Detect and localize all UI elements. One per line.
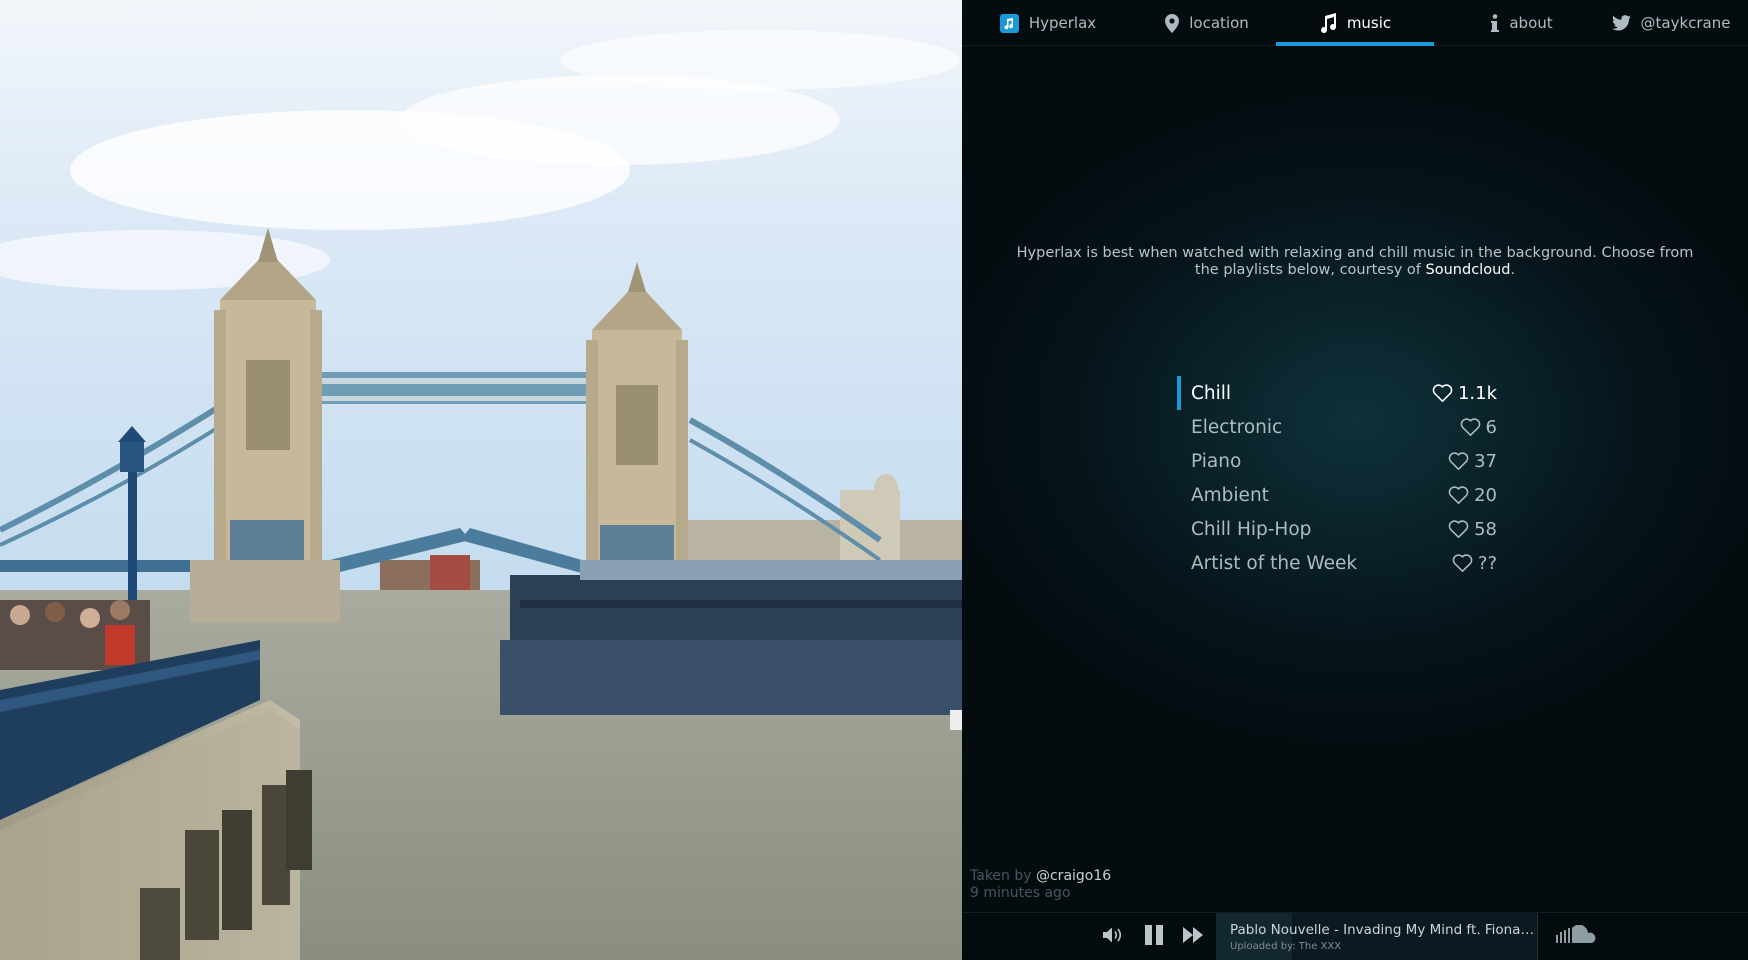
- playlist-item-ambient[interactable]: Ambient 20: [1177, 478, 1497, 512]
- track-title: Pablo Nouvelle - Invading My Mind ft. Fi…: [1230, 922, 1535, 938]
- likes-count: 37: [1474, 450, 1497, 472]
- now-playing[interactable]: Pablo Nouvelle - Invading My Mind ft. Fi…: [1216, 913, 1538, 960]
- playlist-likes: 37: [1448, 451, 1497, 472]
- tab-music[interactable]: music: [1276, 0, 1434, 46]
- likes-count: 58: [1474, 518, 1497, 540]
- playlist-item-electronic[interactable]: Electronic 6: [1177, 410, 1497, 444]
- heart-icon: [1448, 452, 1469, 470]
- playlist-list: Chill 1.1k Electronic 6 Piano 37 Ambient: [1177, 376, 1497, 580]
- credit-prefix: Taken by: [970, 868, 1036, 884]
- pause-button[interactable]: [1138, 913, 1170, 960]
- nav-label-hyperlax: Hyperlax: [1028, 14, 1097, 32]
- likes-count: ??: [1477, 552, 1497, 574]
- playlist-name: Chill Hip-Hop: [1191, 518, 1312, 540]
- nav-label-about: about: [1509, 14, 1553, 32]
- twitter-icon: [1611, 15, 1631, 31]
- playlist-item-chill[interactable]: Chill 1.1k: [1177, 376, 1497, 410]
- nav-item-about[interactable]: about: [1467, 0, 1577, 46]
- playlist-name: Artist of the Week: [1191, 552, 1358, 574]
- playlist-name: Electronic: [1191, 416, 1283, 438]
- next-button[interactable]: [1176, 913, 1210, 960]
- playlist-likes: 58: [1448, 519, 1497, 540]
- likes-count: 6: [1485, 416, 1497, 438]
- playlist-likes: ??: [1452, 553, 1497, 574]
- intro-body: Hyperlax is best when watched with relax…: [1016, 245, 1694, 278]
- video-credit: Taken by @craigo16 9 minutes ago: [970, 868, 1111, 902]
- soundcloud-button[interactable]: [1552, 913, 1602, 960]
- nav-label-music: music: [1346, 14, 1392, 32]
- intro-text: Hyperlax is best when watched with relax…: [1012, 245, 1698, 279]
- heart-icon: [1460, 418, 1481, 436]
- music-panel: Hyperlax location music about @taykcrane: [962, 0, 1748, 960]
- heart-icon: [1448, 520, 1469, 538]
- video-frame: [0, 0, 962, 960]
- playlist-likes: 20: [1448, 485, 1497, 506]
- heart-icon: [1452, 554, 1473, 572]
- playlist-item-artist-of-the-week[interactable]: Artist of the Week ??: [1177, 546, 1497, 580]
- credit-user-link[interactable]: @craigo16: [1036, 868, 1111, 884]
- track-uploader: Uploaded by: The XXX: [1230, 941, 1342, 952]
- pause-icon: [1145, 925, 1163, 949]
- heart-icon: [1432, 384, 1453, 402]
- playlist-name: Chill: [1191, 382, 1232, 404]
- map-pin-icon: [1165, 13, 1180, 33]
- playlist-name: Ambient: [1191, 484, 1269, 506]
- nav-item-hyperlax[interactable]: Hyperlax: [992, 0, 1104, 46]
- soundcloud-link[interactable]: Soundcloud: [1426, 262, 1511, 278]
- likes-count: 1.1k: [1457, 382, 1497, 404]
- playlist-item-piano[interactable]: Piano 37: [1177, 444, 1497, 478]
- credit-time: 9 minutes ago: [970, 885, 1071, 901]
- top-nav: Hyperlax location music about @taykcrane: [962, 0, 1748, 46]
- app-logo-icon: [999, 13, 1019, 33]
- playlist-likes: 6: [1460, 417, 1497, 438]
- nav-item-location[interactable]: location: [1147, 0, 1267, 46]
- nav-label-twitter: @taykcrane: [1640, 14, 1731, 32]
- playlist-name: Piano: [1191, 450, 1242, 472]
- player-bar: Pablo Nouvelle - Invading My Mind ft. Fi…: [962, 912, 1748, 960]
- tower-bridge-image: [0, 0, 962, 960]
- volume-button[interactable]: [1098, 913, 1130, 960]
- music-note-icon: [1319, 13, 1337, 33]
- playlist-likes: 1.1k: [1432, 383, 1497, 404]
- nav-label-location: location: [1189, 14, 1249, 32]
- soundcloud-icon: [1556, 924, 1598, 949]
- next-icon: [1183, 927, 1203, 947]
- info-icon: [1491, 14, 1500, 32]
- intro-end: .: [1510, 262, 1516, 278]
- playlist-item-chill-hip-hop[interactable]: Chill Hip-Hop 58: [1177, 512, 1497, 546]
- nav-item-twitter[interactable]: @taykcrane: [1602, 0, 1740, 46]
- likes-count: 20: [1474, 484, 1497, 506]
- heart-icon: [1448, 486, 1469, 504]
- volume-icon: [1103, 927, 1125, 947]
- credit-line: Taken by @craigo16: [970, 868, 1111, 885]
